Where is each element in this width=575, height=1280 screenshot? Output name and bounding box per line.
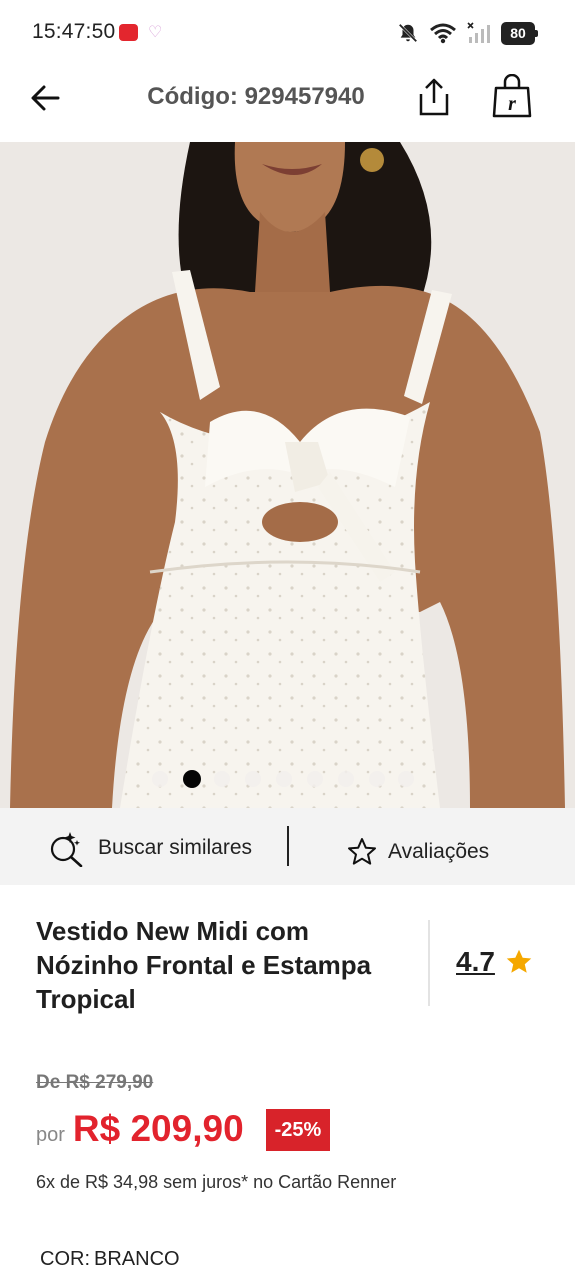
discount-badge: -25% xyxy=(266,1109,330,1151)
bell-off-icon xyxy=(398,23,418,43)
wifi-icon xyxy=(430,23,456,44)
carousel-dot[interactable] xyxy=(214,771,230,787)
action-divider xyxy=(287,826,289,866)
current-price: R$ 209,90 xyxy=(72,1108,244,1149)
sparkle-search-icon xyxy=(50,832,83,867)
shopping-bag-icon: r xyxy=(492,73,532,118)
search-similar-label: Buscar similares xyxy=(98,836,253,859)
color-selection: COR: BRANCO xyxy=(40,1248,180,1271)
app-notification-icon xyxy=(119,24,138,41)
share-button[interactable] xyxy=(414,76,454,118)
carousel-dot[interactable] xyxy=(307,771,323,787)
product-name: Vestido New Midi com Nózinho Frontal e E… xyxy=(36,916,372,1014)
color-value: BRANCO xyxy=(94,1248,180,1270)
app-header: Código: 929457940 r xyxy=(0,64,575,142)
heart-icon: ♡ xyxy=(148,24,163,41)
reviews-button[interactable]: Avaliações xyxy=(346,832,489,872)
installments-text: 6x de R$ 34,98 sem juros* no Cartão Renn… xyxy=(36,1172,397,1192)
star-filled-icon xyxy=(506,949,532,973)
share-icon xyxy=(419,78,449,116)
product-rating[interactable]: 4.7 xyxy=(456,946,533,978)
signal-icon xyxy=(467,22,490,43)
carousel-dot[interactable] xyxy=(276,771,292,787)
carousel-dot[interactable] xyxy=(338,771,354,787)
rating-divider xyxy=(428,920,430,1006)
product-photo xyxy=(0,142,575,808)
carousel-indicator xyxy=(0,770,575,789)
search-similar-button[interactable]: Buscar similares xyxy=(48,828,252,868)
battery-level: 80 xyxy=(510,25,526,41)
battery-icon: 80 xyxy=(501,21,538,45)
product-image-gallery[interactable] xyxy=(0,142,575,808)
rating-value[interactable]: 4.7 xyxy=(456,946,495,978)
color-label: COR: xyxy=(40,1248,90,1270)
actions-bar: Buscar similares Avaliações xyxy=(0,808,575,885)
carousel-dot-active[interactable] xyxy=(183,770,201,788)
price-row: por R$ 209,90 xyxy=(36,1108,244,1150)
svg-text:r: r xyxy=(508,93,516,115)
carousel-dot[interactable] xyxy=(245,771,261,787)
carousel-dot[interactable] xyxy=(369,771,385,787)
price-prefix: por xyxy=(36,1124,65,1146)
old-price: De R$ 279,90 xyxy=(36,1072,154,1093)
status-bar: 15:47:50 ♡ 80 xyxy=(0,0,575,64)
shopping-bag-button[interactable]: r xyxy=(490,73,534,120)
star-outline-icon xyxy=(348,838,376,865)
carousel-dot[interactable] xyxy=(152,771,168,787)
carousel-dot[interactable] xyxy=(398,771,414,787)
reviews-label: Avaliações xyxy=(388,840,490,863)
status-icons: 80 xyxy=(397,20,538,46)
status-time: 15:47:50 xyxy=(32,20,116,43)
